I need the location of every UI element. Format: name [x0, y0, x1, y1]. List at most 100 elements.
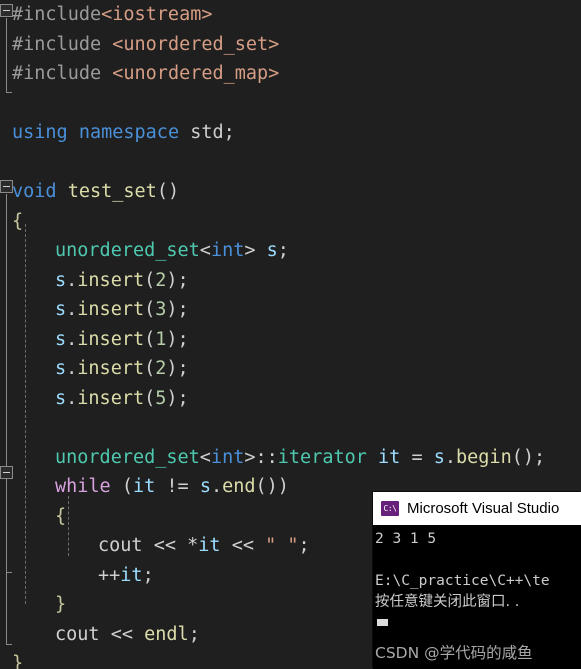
code-token: )	[166, 387, 178, 409]
code-token: namespace	[78, 122, 180, 143]
code-line[interactable]: #include <unordered_map>	[0, 59, 581, 89]
code-token: void	[12, 181, 57, 202]
code-token: s	[433, 446, 445, 468]
code-token: (	[144, 387, 156, 409]
code-token: !=	[166, 476, 189, 497]
code-token: int	[210, 240, 245, 261]
code-line[interactable]: unordered_set<int>::iterator it = s.begi…	[0, 443, 581, 473]
code-token: {	[12, 210, 24, 232]
code-token: std	[190, 122, 224, 143]
code-token: s	[55, 358, 67, 379]
code-line[interactable]: s.insert(2);	[0, 354, 581, 384]
code-token: ;	[298, 535, 310, 556]
code-token: )	[166, 299, 178, 320]
code-token: #include	[12, 63, 113, 84]
code-token: using	[12, 122, 68, 143]
console-prompt-line: 按任意键关闭此窗口. .	[375, 594, 520, 610]
code-token: s	[55, 299, 67, 320]
code-token: test_set	[67, 181, 157, 202]
code-line[interactable]: void test_set()	[0, 177, 581, 207]
code-token: end	[222, 476, 256, 497]
code-token: s	[55, 387, 67, 409]
code-line[interactable]: s.insert(2);	[0, 266, 581, 296]
code-token: )	[166, 269, 178, 291]
indent-guide-line	[25, 224, 26, 604]
code-token: <<	[153, 535, 176, 556]
code-token: it	[132, 476, 156, 497]
code-token: (	[144, 299, 156, 320]
code-token: s	[55, 269, 67, 291]
code-token: ;	[188, 623, 200, 645]
code-token: s	[199, 476, 211, 497]
code-line[interactable]: #include<iostream>	[0, 0, 581, 30]
code-token: (	[144, 269, 156, 291]
code-token: unordered_set	[55, 240, 200, 261]
code-token: s	[266, 240, 278, 261]
code-token: }	[12, 653, 24, 669]
code-token: ;	[142, 564, 154, 586]
code-token: .	[66, 299, 78, 320]
console-icon-glyph: C:\	[383, 503, 397, 513]
code-line[interactable]: unordered_set<int> s;	[0, 236, 581, 266]
code-token: <	[199, 240, 211, 261]
code-token: (	[144, 358, 156, 379]
code-token: ())	[255, 476, 289, 497]
code-token: 2	[155, 269, 167, 291]
csdn-watermark: CSDN @学代码的咸鱼	[375, 644, 533, 662]
console-title: Microsoft Visual Studio	[407, 500, 560, 517]
code-line[interactable]: s.insert(5);	[0, 384, 581, 414]
code-token: )	[166, 328, 178, 350]
indent-guide-line	[68, 496, 69, 556]
code-token: 1	[155, 328, 167, 350]
code-token: it	[120, 564, 143, 586]
console-window[interactable]: C:\ Microsoft Visual Studio 2 3 1 5 E:\C…	[373, 492, 581, 669]
console-path-line: E:\C_practice\C++\te	[375, 573, 550, 589]
code-line[interactable]	[0, 148, 581, 178]
code-line[interactable]	[0, 89, 581, 119]
code-token: <	[199, 446, 211, 468]
console-titlebar[interactable]: C:\ Microsoft Visual Studio	[373, 492, 581, 525]
console-window-icon: C:\	[381, 501, 399, 516]
code-token: insert	[77, 269, 145, 291]
code-token: .	[444, 446, 457, 468]
code-token: 5	[155, 387, 167, 409]
code-token: ;	[177, 387, 189, 409]
code-token: (	[121, 476, 133, 497]
code-token: insert	[77, 358, 145, 379]
code-line[interactable]: s.insert(3);	[0, 295, 581, 325]
code-token: *	[187, 535, 199, 556]
code-line[interactable]: using namespace std;	[0, 118, 581, 148]
code-token: iterator	[277, 446, 367, 468]
code-line[interactable]: #include <unordered_set>	[0, 30, 581, 60]
code-token: endl	[144, 623, 189, 645]
code-token: int	[210, 446, 245, 468]
screenshot-root: #include<iostream> #include <unordered_se…	[0, 0, 581, 669]
code-line[interactable]	[0, 413, 581, 443]
code-token: ;	[177, 358, 189, 379]
code-token: .	[66, 387, 78, 409]
code-token: ::	[255, 446, 278, 468]
code-token: .	[66, 358, 78, 379]
code-token: begin	[456, 446, 512, 468]
code-line[interactable]: s.insert(1);	[0, 325, 581, 355]
code-line[interactable]: {	[0, 207, 581, 237]
code-token: .	[210, 476, 223, 497]
code-token: it	[198, 535, 221, 556]
code-token: >	[244, 446, 256, 468]
code-token: insert	[77, 299, 145, 320]
